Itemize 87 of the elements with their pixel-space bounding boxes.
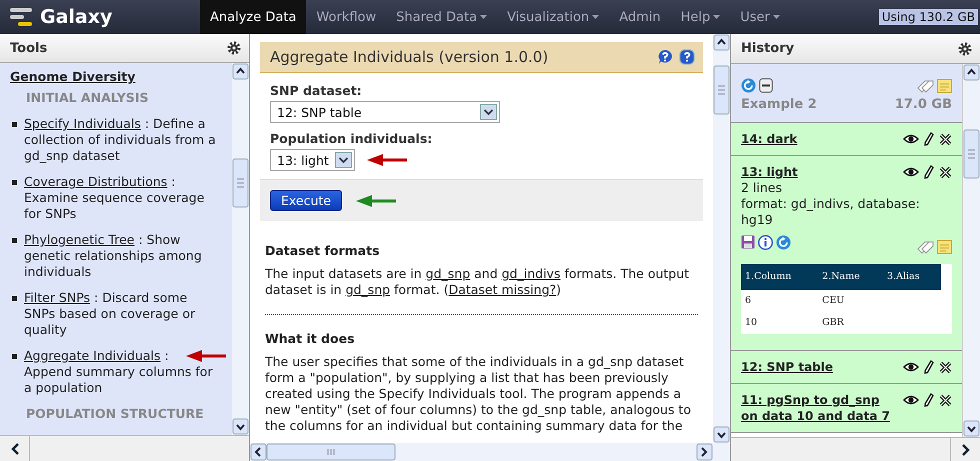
- eye-icon[interactable]: [903, 394, 919, 406]
- field-label: SNP dataset:: [270, 83, 363, 98]
- tool-entry: Phylogenetic Tree : Show genetic relationships among individuals: [24, 232, 203, 280]
- eye-icon[interactable]: [903, 361, 919, 373]
- help-icon[interactable]: [679, 49, 695, 65]
- nav-tab[interactable]: Admin: [609, 0, 671, 34]
- format-link[interactable]: gd_indivs: [502, 266, 560, 281]
- column-header: 2.Name: [818, 264, 884, 290]
- nav-tab[interactable]: Analyze Data: [200, 0, 306, 34]
- eye-icon[interactable]: [903, 133, 919, 145]
- pencil-icon[interactable]: [924, 393, 934, 407]
- help-paragraph: The input datasets are in gd_snp and gd_indivs formats. The output dataset is in gd_snp format. (Dataset missing?): [265, 266, 690, 298]
- dataset-title[interactable]: 14: dark: [741, 131, 798, 147]
- dataset-lines: 2 lines: [741, 180, 783, 196]
- dropdown-icon[interactable]: [334, 152, 352, 168]
- category-label: INITIAL ANALYSIS: [25, 90, 150, 106]
- nav-tab[interactable]: Visualization: [497, 0, 610, 34]
- chevron-right-icon: [962, 444, 970, 456]
- collapse-icon[interactable]: [759, 78, 773, 93]
- form-title: Aggregate Individuals (version 1.0.0): [270, 48, 548, 66]
- panel-title: History: [741, 41, 794, 56]
- eye-icon[interactable]: [903, 166, 919, 178]
- history-size: 17.0 GB: [894, 97, 952, 112]
- scrollbar[interactable]: [963, 64, 980, 437]
- dropdown-icon[interactable]: [480, 104, 497, 120]
- refresh-icon[interactable]: [741, 78, 756, 93]
- tag-icon[interactable]: [917, 78, 934, 92]
- brand-title[interactable]: Galaxy: [40, 6, 112, 28]
- nav-tab[interactable]: Workflow: [306, 0, 386, 34]
- settings-icon[interactable]: [227, 41, 241, 55]
- dataset-info: format: gd_indivs, database: hg19: [741, 196, 921, 228]
- tool-entry: Aggregate Individuals : Append summary columns for a population: [24, 348, 214, 396]
- tool-entry: Coverage Distributions : Examine sequence coverage for SNPs: [24, 174, 206, 222]
- info-icon[interactable]: [758, 234, 773, 250]
- scrollbar[interactable]: [713, 34, 730, 443]
- tool-link[interactable]: Aggregate Individuals: [24, 348, 161, 363]
- nav-tab[interactable]: Shared Data: [386, 0, 498, 34]
- dataset-title[interactable]: 13: light: [741, 164, 798, 180]
- dataset-title[interactable]: 12: SNP table: [741, 359, 834, 375]
- delete-icon[interactable]: [939, 132, 952, 146]
- scrollbar[interactable]: [232, 63, 249, 435]
- column-header: 3.Alias: [883, 264, 941, 290]
- tool-link[interactable]: Filter SNPs: [24, 290, 90, 305]
- logo-icon[interactable]: [8, 6, 34, 28]
- select-field[interactable]: 12: SNP table: [270, 101, 500, 123]
- tool-link[interactable]: Phylogenetic Tree: [24, 232, 134, 247]
- table-cell: CEU: [818, 290, 884, 312]
- help-paragraph: The user specifies that some of the individuals in a gd_snp dataset form a "population", by supplying a list that has been previously created using the Specify Individuals tool. The program appends a new "entity" (set of four columns) to the gd_snp table, analogous to the columns for an individual but containing summary data for the: [265, 354, 692, 434]
- column-header: 1.Column: [741, 264, 818, 290]
- format-link[interactable]: Dataset missing?: [448, 282, 556, 297]
- section-title[interactable]: Genome Diversity: [10, 69, 136, 85]
- chevron-left-icon: [10, 442, 18, 454]
- bullet-icon: [12, 122, 17, 127]
- refresh-icon[interactable]: [776, 234, 791, 250]
- category-label: POPULATION STRUCTURE: [25, 406, 205, 422]
- select-field[interactable]: 13: light: [270, 149, 355, 171]
- usage-text: Using 130.2 GB: [878, 9, 978, 25]
- execute-button[interactable]: Execute: [270, 190, 342, 211]
- format-link[interactable]: gd_snp: [426, 266, 470, 281]
- delete-icon[interactable]: [939, 166, 952, 178]
- table-cell: 10: [741, 312, 818, 334]
- panel-title: Tools: [10, 40, 48, 56]
- help-heading: Dataset formats: [265, 243, 381, 259]
- nav-tab[interactable]: Help: [670, 0, 730, 34]
- pencil-icon[interactable]: [924, 132, 934, 146]
- format-link[interactable]: gd_snp: [346, 282, 390, 297]
- table-cell: 6: [741, 290, 818, 312]
- tool-entry: Filter SNPs : Discard some SNPs based on coverage or quality: [24, 290, 196, 338]
- tag-icon[interactable]: [917, 240, 934, 254]
- tool-link[interactable]: Specify Individuals: [24, 116, 141, 131]
- bullet-icon: [12, 296, 17, 301]
- delete-icon[interactable]: [939, 394, 952, 406]
- nav-tab[interactable]: User: [730, 0, 790, 34]
- pencil-icon[interactable]: [924, 360, 934, 374]
- bullet-icon: [12, 238, 17, 243]
- field-label: Population individuals:: [270, 131, 434, 146]
- bullet-icon: [12, 354, 17, 359]
- settings-icon[interactable]: [958, 42, 972, 56]
- delete-icon[interactable]: [939, 360, 952, 374]
- help-heading: What it does: [265, 331, 356, 347]
- help-icon[interactable]: [657, 49, 673, 65]
- tool-link[interactable]: Coverage Distributions: [24, 174, 168, 189]
- tool-entry: Specify Individuals : Define a collection of individuals from a gd_snp dataset: [24, 116, 217, 164]
- pencil-icon[interactable]: [924, 165, 934, 179]
- table-cell: GBR: [818, 312, 884, 334]
- floppy-icon[interactable]: [741, 235, 755, 249]
- bullet-icon: [12, 180, 17, 185]
